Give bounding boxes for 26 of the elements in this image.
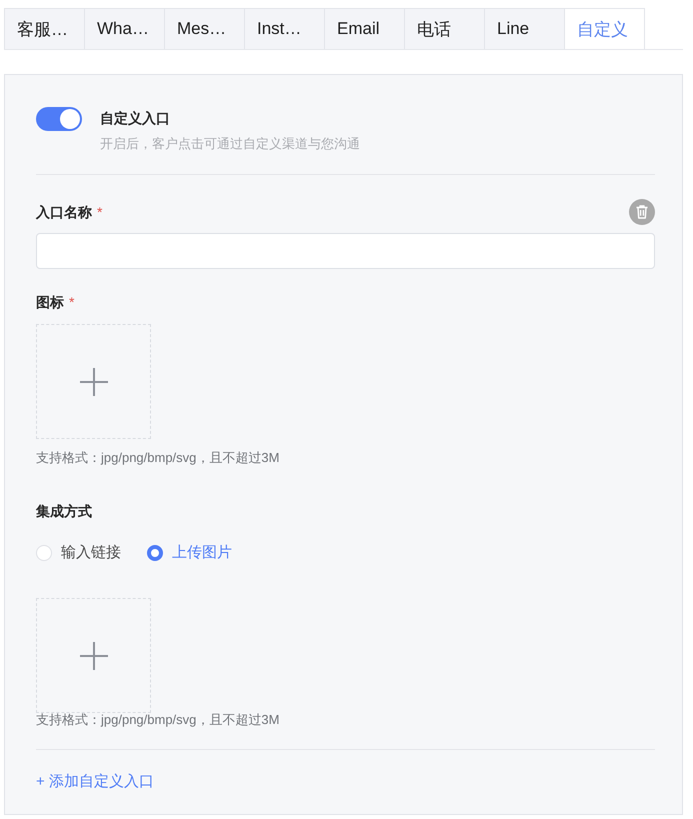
add-entry-link[interactable]: + 添加自定义入口 bbox=[36, 771, 154, 793]
upload-box[interactable] bbox=[36, 598, 151, 713]
toggle-description: 开启后，客户点击可通过自定义渠道与您沟通 bbox=[100, 135, 360, 153]
channel-tab[interactable]: Email bbox=[324, 8, 405, 49]
format-hint: 支持格式：jpg/png/bmp/svg，且不超过3M bbox=[36, 713, 280, 727]
plus-icon bbox=[80, 642, 108, 670]
field-label: 入口名称 * bbox=[36, 203, 102, 222]
radio-label[interactable]: 上传图片 bbox=[172, 543, 232, 563]
delete-icon[interactable] bbox=[629, 199, 655, 225]
channel-tab[interactable]: 自定义 bbox=[564, 8, 645, 49]
channel-tab[interactable]: Line bbox=[484, 8, 565, 49]
radio-label[interactable]: 输入链接 bbox=[61, 543, 121, 563]
plus-icon bbox=[80, 368, 108, 396]
toggle-title: 自定义入口 bbox=[100, 109, 171, 128]
field-label: 集成方式 bbox=[36, 502, 92, 521]
channel-tab[interactable]: 电话 bbox=[404, 8, 485, 49]
input-field[interactable] bbox=[36, 233, 655, 269]
upload-box[interactable] bbox=[36, 324, 151, 439]
channel-tab[interactable]: Mes… bbox=[164, 8, 245, 49]
field-label: 图标 * bbox=[36, 293, 74, 312]
channel-tab[interactable]: 客服… bbox=[4, 8, 85, 49]
radio-button[interactable] bbox=[147, 545, 163, 561]
format-hint: 支持格式：jpg/png/bmp/svg，且不超过3M bbox=[36, 449, 280, 467]
channel-tab[interactable]: Wha… bbox=[84, 8, 165, 49]
toggle-switch[interactable] bbox=[36, 107, 82, 131]
channel-tab[interactable]: Inst… bbox=[244, 8, 325, 49]
